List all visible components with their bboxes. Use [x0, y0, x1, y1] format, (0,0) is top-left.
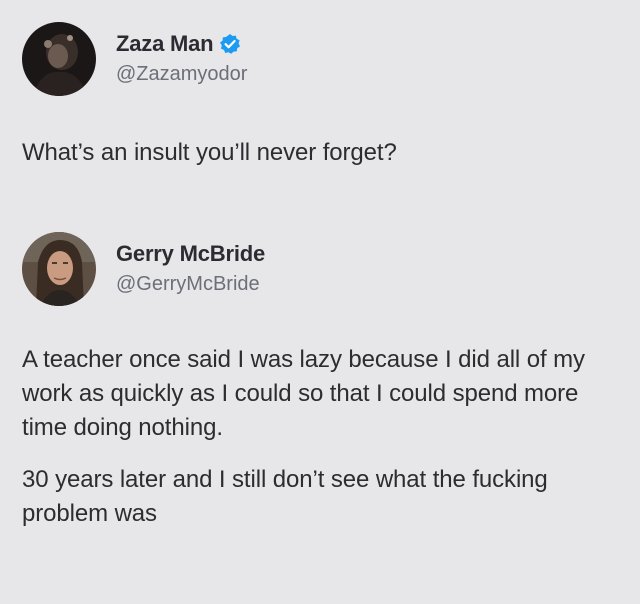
- avatar[interactable]: [22, 232, 96, 306]
- user-avatar-dark-icon: [22, 22, 96, 96]
- user-handle[interactable]: @Zazamyodor: [116, 60, 247, 88]
- verified-badge-icon: [219, 33, 241, 55]
- tweet-paragraph: What’s an insult you’ll never forget?: [22, 139, 397, 166]
- avatar[interactable]: [22, 22, 96, 96]
- tweet-paragraph: A teacher once said I was lazy because I…: [22, 346, 585, 441]
- tweet-paragraph: 30 years later and I still don’t see wha…: [22, 466, 548, 527]
- user-avatar-photo-icon: [22, 232, 96, 306]
- author-header: Gerry McBride @GerryMcBride: [22, 232, 265, 306]
- display-name[interactable]: Zaza Man: [116, 30, 214, 58]
- tweet-text: What’s an insult you’ll never forget?: [22, 136, 622, 188]
- display-name[interactable]: Gerry McBride: [116, 240, 265, 268]
- tweet-text: A teacher once said I was lazy because I…: [22, 343, 622, 549]
- user-handle[interactable]: @GerryMcBride: [116, 270, 265, 298]
- author-header: Zaza Man @Zazamyodor: [22, 22, 247, 96]
